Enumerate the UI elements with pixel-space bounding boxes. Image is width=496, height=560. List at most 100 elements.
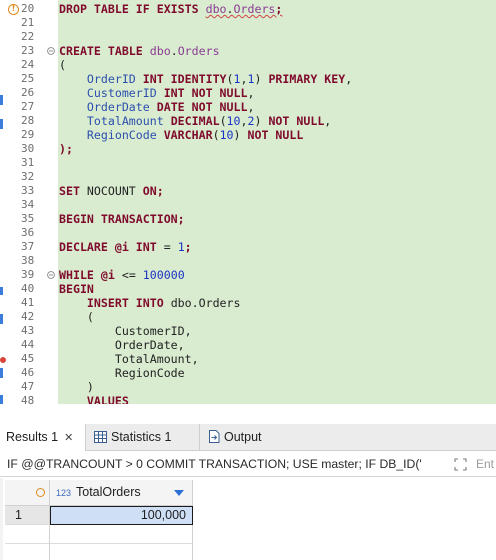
line-number: 29 (21, 128, 35, 141)
code-line[interactable]: OrderDate DATE NOT NULL, (59, 100, 255, 114)
code-token: ; (275, 2, 283, 16)
line-number: 46 (21, 366, 35, 379)
line-number: 39 (21, 268, 35, 281)
tab-results-label: Results 1 (6, 430, 59, 444)
code-token: ( (219, 114, 227, 128)
code-line[interactable]: WHILE @i <= 100000 (59, 268, 185, 282)
code-token: BEGIN TRANSACTION; (59, 212, 185, 226)
code-token: OrderDate (59, 100, 157, 114)
results-grid[interactable]: 123 TotalOrders 1 100,000 (0, 478, 496, 560)
code-line[interactable]: OrderDate, (59, 338, 185, 352)
code-line[interactable]: BEGIN TRANSACTION; (59, 212, 185, 226)
line-number: 27 (21, 100, 35, 113)
code-token: 1 (233, 72, 241, 86)
code-token: ) (254, 114, 269, 128)
code-token: VALUES (59, 394, 129, 404)
grid-corner[interactable] (5, 480, 50, 506)
code-token: 1 (177, 240, 185, 254)
code-token: BEGIN (59, 282, 94, 296)
line-number: 33 (21, 184, 35, 197)
code-token: dbo (149, 44, 171, 58)
expand-icon[interactable] (454, 458, 467, 471)
code-line[interactable]: CustomerID INT NOT NULL, (59, 86, 255, 100)
grid-edge (0, 478, 3, 560)
warning-icon[interactable]: ! (8, 4, 19, 15)
code-token: CustomerID (59, 86, 164, 100)
code-token: . (226, 2, 234, 16)
code-line[interactable]: TotalAmount, (59, 352, 199, 366)
line-number: 35 (21, 212, 35, 225)
sort-dropdown-icon[interactable] (174, 490, 184, 496)
tab-results[interactable]: Results 1 ✕ (0, 424, 86, 451)
code-token: <= (121, 268, 143, 282)
numeric-type-icon: 123 (56, 488, 72, 498)
code-line[interactable]: BEGIN (59, 282, 94, 296)
change-marker (0, 314, 3, 324)
line-number: 42 (21, 310, 35, 323)
code-line[interactable]: TotalAmount DECIMAL(10,2) NOT NULL, (59, 114, 331, 128)
tab-output[interactable]: Output (204, 424, 284, 451)
code-token: dbo.Orders (170, 296, 241, 310)
code-token: ( (59, 310, 94, 324)
code-token: ); (59, 142, 73, 156)
line-number: 48 (21, 394, 35, 404)
fold-collapse-icon[interactable] (47, 271, 55, 279)
code-token: DECLARE (59, 240, 115, 254)
code-line[interactable]: VALUES (59, 394, 129, 404)
code-line[interactable]: ( (59, 58, 66, 72)
sql-editor[interactable]: 20 21 22 23 24 25 26 27 28 29 30 31 32 33 34 35 36 37 38 39… (0, 0, 496, 404)
code-line[interactable]: OrderID INT IDENTITY(1,1) PRIMARY KEY, (59, 72, 352, 86)
code-token: DATE NOT NULL (156, 100, 248, 114)
code-token: WHILE (59, 268, 101, 282)
close-icon[interactable]: ✕ (64, 432, 73, 444)
code-token: 100000 (142, 268, 185, 282)
line-number: 32 (21, 170, 35, 183)
code-line[interactable]: SET NOCOUNT ON; (59, 184, 164, 198)
code-token: ON; (142, 184, 164, 198)
code-token: , (324, 114, 332, 128)
code-line[interactable]: INSERT INTO dbo.Orders (59, 296, 241, 310)
code-line[interactable]: CustomerID, (59, 324, 192, 338)
results-tab-bar: Results 1 ✕ Statistics 1 Output (0, 424, 496, 451)
line-number: 38 (21, 254, 35, 267)
select-all-icon[interactable] (36, 488, 45, 497)
code-token: dbo (205, 2, 227, 16)
code-line[interactable]: DECLARE @i INT = 1; (59, 240, 192, 254)
change-marker (0, 95, 3, 105)
table-cell[interactable]: 100,000 (50, 506, 193, 525)
tab-output-label: Output (224, 430, 262, 444)
change-marker (0, 287, 3, 295)
code-token: INT NOT NULL (163, 86, 248, 100)
line-number: 28 (21, 114, 35, 127)
code-token: , (247, 86, 255, 100)
code-line[interactable]: DROP TABLE IF EXISTS dbo.Orders; (59, 2, 282, 16)
line-number: 41 (21, 296, 35, 309)
query-filter-bar[interactable]: IF @@TRANCOUNT > 0 COMMIT TRANSACTION; U… (0, 452, 496, 477)
column-header-totalorders[interactable]: 123 TotalOrders (50, 480, 193, 506)
code-token: NOT NULL (247, 128, 304, 142)
code-token: , (345, 72, 353, 86)
change-marker (0, 368, 3, 378)
code-token: , (247, 100, 255, 114)
code-token: PRIMARY KEY (268, 72, 346, 86)
line-number: 20 (21, 2, 35, 15)
code-line[interactable]: ) (59, 380, 94, 394)
code-line[interactable]: RegionCode VARCHAR(10) NOT NULL (59, 128, 303, 142)
code-token: 10 (226, 114, 241, 128)
tab-statistics[interactable]: Statistics 1 (90, 424, 200, 451)
empty-row-header (5, 525, 50, 544)
code-line[interactable]: CREATE TABLE dbo.Orders (59, 44, 220, 58)
code-line[interactable]: ( (59, 310, 94, 324)
code-token: DECIMAL (170, 114, 220, 128)
line-number: 23 (21, 44, 35, 57)
code-token: TotalAmount, (59, 352, 199, 366)
code-line[interactable]: ); (59, 142, 73, 156)
change-marker (0, 395, 3, 404)
row-number[interactable]: 1 (5, 506, 50, 525)
fold-collapse-icon[interactable] (47, 47, 55, 55)
code-line[interactable]: RegionCode (59, 366, 185, 380)
code-token: RegionCode (59, 366, 185, 380)
tab-statistics-label: Statistics 1 (111, 430, 172, 444)
code-token: CustomerID, (59, 324, 192, 338)
executed-query-text[interactable]: IF @@TRANCOUNT > 0 COMMIT TRANSACTION; U… (7, 452, 453, 477)
